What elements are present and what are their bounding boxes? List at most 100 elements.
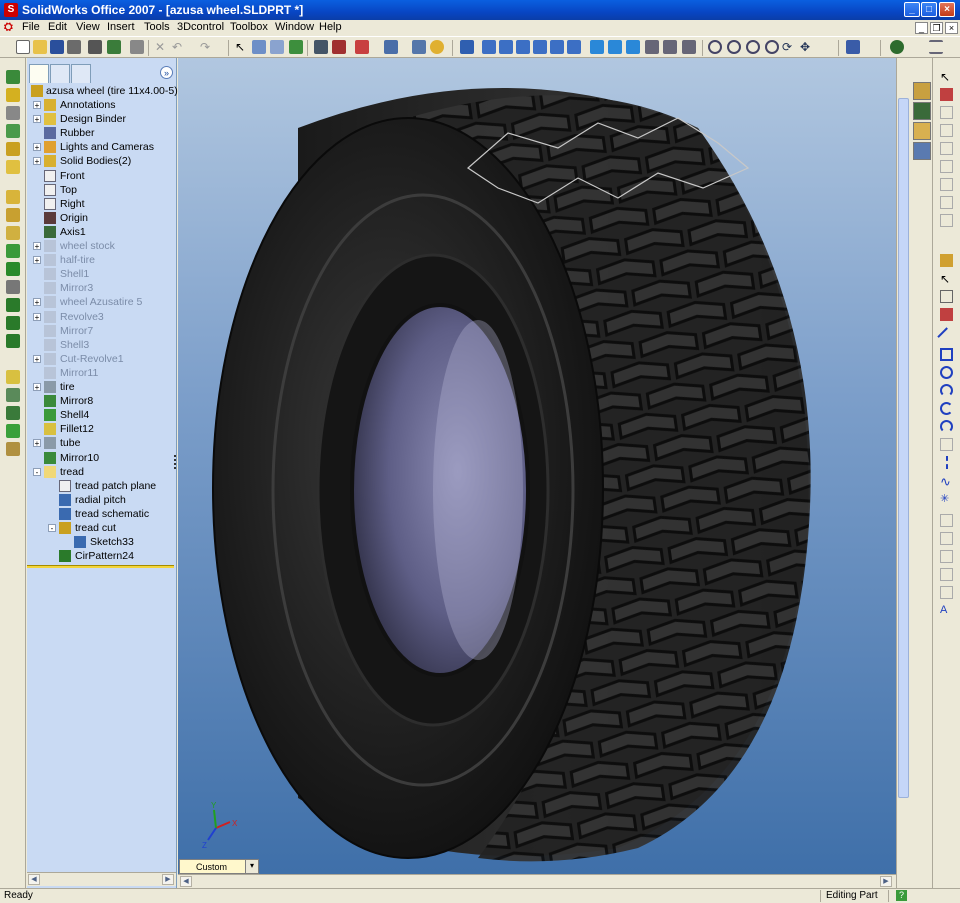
layer-icon[interactable] bbox=[412, 40, 426, 54]
tree-item[interactable]: Axis1 bbox=[27, 225, 175, 239]
undo-icon[interactable]: ↶ bbox=[172, 40, 186, 54]
sketch-select-icon[interactable]: ↖ bbox=[940, 272, 953, 286]
front-view-icon[interactable] bbox=[482, 40, 496, 54]
print-preview-icon[interactable] bbox=[88, 40, 102, 54]
zoom-to-area-icon[interactable] bbox=[727, 40, 741, 54]
tree-item[interactable]: Mirror8 bbox=[27, 394, 175, 408]
linear-pattern-icon[interactable] bbox=[6, 298, 20, 312]
reference-plane-icon[interactable] bbox=[6, 370, 20, 384]
tree-expander-icon[interactable]: + bbox=[33, 439, 41, 448]
curves-icon[interactable] bbox=[6, 442, 20, 456]
appearance-icon[interactable] bbox=[332, 40, 346, 54]
cut-icon[interactable]: ✕ bbox=[155, 40, 169, 54]
menu-3dcontrol[interactable]: 3Dcontrol bbox=[177, 21, 224, 33]
menu-tools[interactable]: Tools bbox=[144, 21, 170, 33]
open-icon[interactable] bbox=[33, 40, 47, 54]
bottom-view-icon[interactable] bbox=[567, 40, 581, 54]
file-explorer-icon[interactable] bbox=[913, 122, 931, 140]
tree-item[interactable]: Origin bbox=[27, 211, 175, 225]
grid-icon[interactable] bbox=[314, 40, 328, 54]
tree-item[interactable]: Rubber bbox=[27, 126, 175, 140]
publish-icon[interactable] bbox=[107, 40, 121, 54]
tree-item[interactable]: + half-tire bbox=[27, 253, 175, 267]
document-menu-icon[interactable]: ⛭ bbox=[4, 21, 13, 34]
tree-expander-icon[interactable]: + bbox=[33, 298, 41, 307]
options-icon[interactable] bbox=[130, 40, 144, 54]
help-icon[interactable] bbox=[430, 40, 444, 54]
tree-expander-icon[interactable]: + bbox=[33, 312, 41, 321]
two-view-icon[interactable] bbox=[663, 40, 677, 54]
shell-icon[interactable] bbox=[6, 244, 20, 258]
zoom-to-selection-icon[interactable] bbox=[765, 40, 779, 54]
tree-item[interactable]: Sketch33 bbox=[27, 535, 175, 549]
home-icon[interactable] bbox=[913, 82, 931, 100]
tree-item[interactable]: Fillet12 bbox=[27, 422, 175, 436]
doc-minimize-button[interactable]: _ bbox=[915, 22, 928, 34]
save-icon[interactable] bbox=[50, 40, 64, 54]
configuration-manager-tab[interactable] bbox=[71, 64, 91, 83]
macro-icon[interactable] bbox=[890, 40, 904, 54]
tree-item[interactable]: Top bbox=[27, 183, 175, 197]
isometric-view-icon[interactable] bbox=[590, 40, 604, 54]
zoom-to-fit-icon[interactable] bbox=[708, 40, 722, 54]
select-arrow-icon[interactable]: ↖ bbox=[940, 70, 953, 84]
tree-item[interactable]: - tread cut bbox=[27, 521, 175, 535]
text-icon[interactable]: A bbox=[940, 604, 953, 617]
draft-icon[interactable] bbox=[6, 262, 20, 276]
select-other-icon[interactable] bbox=[270, 40, 284, 54]
graphics-horizontal-scrollbar[interactable]: ◀ ▶ bbox=[178, 874, 896, 888]
top-view-icon[interactable] bbox=[550, 40, 564, 54]
graphics-vertical-scrollbar[interactable] bbox=[896, 58, 910, 888]
rib-icon[interactable] bbox=[6, 226, 20, 240]
smart-select-icon[interactable] bbox=[252, 40, 266, 54]
feature-tree-scrollbar[interactable]: ◀ ▶ bbox=[27, 872, 176, 886]
cut-revolve-icon[interactable] bbox=[6, 160, 20, 174]
redo-icon[interactable]: ↷ bbox=[200, 40, 214, 54]
normal-to-icon[interactable] bbox=[460, 40, 474, 54]
scroll-right-button[interactable]: ▶ bbox=[880, 876, 892, 887]
property-manager-tab[interactable] bbox=[50, 64, 70, 83]
tree-item[interactable]: + wheel stock bbox=[27, 239, 175, 253]
menu-help[interactable]: Help bbox=[319, 21, 342, 33]
tree-item[interactable]: Mirror3 bbox=[27, 281, 175, 295]
tangent-arc-icon[interactable] bbox=[940, 402, 953, 415]
menu-insert[interactable]: Insert bbox=[107, 21, 135, 33]
tree-item[interactable]: Mirror7 bbox=[27, 324, 175, 338]
rectangle-icon[interactable] bbox=[940, 348, 953, 361]
tree-expander-icon[interactable]: - bbox=[48, 524, 56, 533]
rebuild-icon[interactable] bbox=[289, 40, 303, 54]
four-view-icon[interactable] bbox=[682, 40, 696, 54]
tree-item[interactable]: Mirror10 bbox=[27, 451, 175, 465]
sketch-dimension-icon[interactable] bbox=[940, 308, 953, 321]
tree-expander-icon[interactable]: + bbox=[33, 354, 41, 363]
circular-pattern-icon[interactable] bbox=[6, 316, 20, 330]
doc-restore-button[interactable]: ❐ bbox=[930, 22, 943, 34]
menu-edit[interactable]: Edit bbox=[48, 21, 67, 33]
mirror-icon[interactable] bbox=[6, 334, 20, 348]
tree-item[interactable]: + tube bbox=[27, 436, 175, 450]
tree-expander-icon[interactable]: + bbox=[33, 115, 41, 124]
tree-item[interactable]: radial pitch bbox=[27, 493, 175, 507]
view-palette-icon[interactable] bbox=[913, 142, 931, 160]
rollback-bar[interactable] bbox=[27, 565, 174, 569]
scroll-right-button[interactable]: ▶ bbox=[162, 874, 174, 885]
help-status-icon[interactable]: ? bbox=[896, 890, 907, 901]
tree-item[interactable]: - tread bbox=[27, 465, 175, 479]
tree-item[interactable]: + Solid Bodies(2) bbox=[27, 154, 175, 168]
sketch-icon[interactable] bbox=[940, 254, 953, 267]
minimize-button[interactable]: _ bbox=[904, 2, 920, 17]
fillet-icon[interactable] bbox=[6, 190, 20, 204]
menu-window[interactable]: Window bbox=[275, 21, 314, 33]
single-view-icon[interactable] bbox=[645, 40, 659, 54]
smart-dimension-icon[interactable] bbox=[940, 88, 953, 101]
tree-item[interactable]: + Annotations bbox=[27, 98, 175, 112]
scene-icon[interactable] bbox=[355, 40, 369, 54]
revolved-boss-icon[interactable] bbox=[6, 88, 20, 102]
tree-expander-icon[interactable]: - bbox=[33, 467, 41, 476]
line-icon[interactable] bbox=[937, 327, 956, 346]
coordinate-system-icon[interactable] bbox=[6, 406, 20, 420]
tree-item[interactable]: + Lights and Cameras bbox=[27, 140, 175, 154]
chevron-down-icon[interactable]: ▾ bbox=[245, 860, 258, 873]
feature-manager-tab[interactable] bbox=[29, 64, 49, 83]
view-orientation-dropdown[interactable]: Custom ▾ bbox=[179, 859, 259, 874]
